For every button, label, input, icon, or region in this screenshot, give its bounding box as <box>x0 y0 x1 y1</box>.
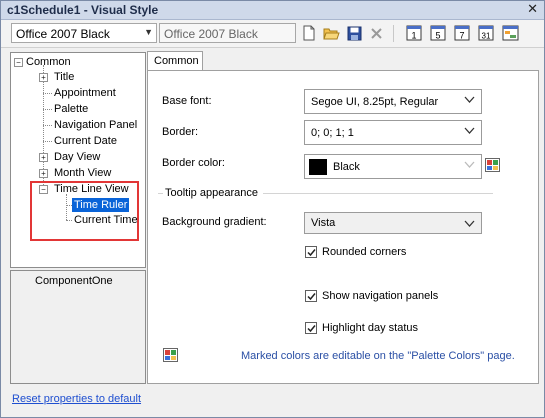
window-title: c1Schedule1 - Visual Style <box>7 3 159 17</box>
tree-guide-line <box>43 109 52 110</box>
tree-node-current-date[interactable]: Current Date <box>54 135 117 147</box>
tree-node-common[interactable]: Common <box>26 56 71 68</box>
open-folder-icon[interactable] <box>322 24 340 42</box>
border-value: 0; 0; 1; 1 <box>311 127 354 139</box>
tree-guide-line <box>43 141 52 142</box>
chevron-down-icon <box>464 161 475 168</box>
chevron-down-icon <box>464 96 475 103</box>
expand-icon[interactable]: + <box>39 153 48 162</box>
tree-node-title[interactable]: Title <box>54 71 74 83</box>
chevron-down-icon <box>464 220 475 227</box>
tree-node-navigation-panel[interactable]: Navigation Panel <box>54 119 137 131</box>
show-navigation-panels-label: Show navigation panels <box>322 290 439 302</box>
tree-guide-line <box>43 93 52 94</box>
week-view-label: 7 <box>459 31 464 41</box>
tree-node-appointment[interactable]: Appointment <box>54 87 116 99</box>
rounded-corners-label: Rounded corners <box>322 246 407 258</box>
theme-name-value: Office 2007 Black <box>164 27 258 41</box>
tree-node-palette[interactable]: Palette <box>54 103 88 115</box>
chevron-down-icon <box>464 127 475 134</box>
expand-icon[interactable]: + <box>39 169 48 178</box>
palette-icon[interactable] <box>485 158 500 172</box>
reset-properties-link[interactable]: Reset properties to default <box>12 393 141 405</box>
highlight-day-status-checkbox[interactable] <box>305 322 317 334</box>
close-icon[interactable]: ✕ <box>527 1 538 17</box>
visual-style-window: c1Schedule1 - Visual Style ✕ Office 2007… <box>0 0 545 418</box>
show-navigation-panels-checkbox[interactable] <box>305 290 317 302</box>
month-view-label: 31 <box>482 32 491 41</box>
base-font-select[interactable]: Segoe UI, 8.25pt, Regular <box>304 89 482 114</box>
group-border <box>263 193 493 194</box>
highlight-annotation <box>30 181 139 241</box>
month-view-icon[interactable]: 31 <box>477 24 495 42</box>
background-gradient-value: Vista <box>311 217 336 229</box>
work-week-view-icon[interactable]: 5 <box>429 24 447 42</box>
collapse-icon[interactable]: − <box>14 58 23 67</box>
color-swatch <box>309 159 327 175</box>
tree-guide-line <box>43 125 52 126</box>
title-bar: c1Schedule1 - Visual Style ✕ <box>1 1 544 20</box>
week-view-icon[interactable]: 7 <box>453 24 471 42</box>
palette-hint-text: Marked colors are editable on the "Palet… <box>241 350 515 362</box>
group-border <box>158 193 163 194</box>
border-color-label: Border color: <box>162 157 225 169</box>
tooltip-group-label: Tooltip appearance <box>165 187 258 199</box>
expand-icon[interactable]: + <box>39 73 48 82</box>
tree-node-day-view[interactable]: Day View <box>54 151 100 163</box>
tab-common-label: Common <box>154 55 199 67</box>
day-view-icon[interactable]: 1 <box>405 24 423 42</box>
logo-panel: ComponentOne <box>10 270 146 384</box>
toolbar-separator <box>393 25 394 42</box>
border-label: Border: <box>162 126 199 138</box>
theme-select-value: Office 2007 Black <box>16 27 110 41</box>
highlight-day-status-label: Highlight day status <box>322 322 418 334</box>
base-font-label: Base font: <box>162 95 212 107</box>
palette-icon <box>163 348 178 362</box>
delete-icon[interactable] <box>367 24 385 42</box>
timeline-view-icon[interactable] <box>501 24 519 42</box>
background-gradient-select[interactable]: Vista <box>304 212 482 234</box>
theme-select[interactable]: Office 2007 Black ▼ <box>11 23 157 43</box>
toolbar: Office 2007 Black ▼ Office 2007 Black 1 … <box>1 20 544 48</box>
day-view-label: 1 <box>411 31 416 41</box>
new-file-icon[interactable] <box>300 24 318 42</box>
border-select[interactable]: 0; 0; 1; 1 <box>304 120 482 145</box>
border-color-value: Black <box>333 161 360 173</box>
save-icon[interactable] <box>345 24 363 42</box>
company-label: ComponentOne <box>35 275 113 287</box>
border-color-select[interactable]: Black <box>304 154 482 179</box>
work-week-view-label: 5 <box>435 31 440 41</box>
dropdown-arrow-icon: ▼ <box>144 27 153 37</box>
tree-node-month-view[interactable]: Month View <box>54 167 111 179</box>
background-gradient-label: Background gradient: <box>162 216 267 228</box>
settings-panel: Base font: Segoe UI, 8.25pt, Regular Bor… <box>147 70 539 384</box>
rounded-corners-checkbox[interactable] <box>305 246 317 258</box>
base-font-value: Segoe UI, 8.25pt, Regular <box>311 96 439 108</box>
theme-name-input[interactable]: Office 2007 Black <box>159 23 296 43</box>
tab-common[interactable]: Common <box>147 51 203 71</box>
